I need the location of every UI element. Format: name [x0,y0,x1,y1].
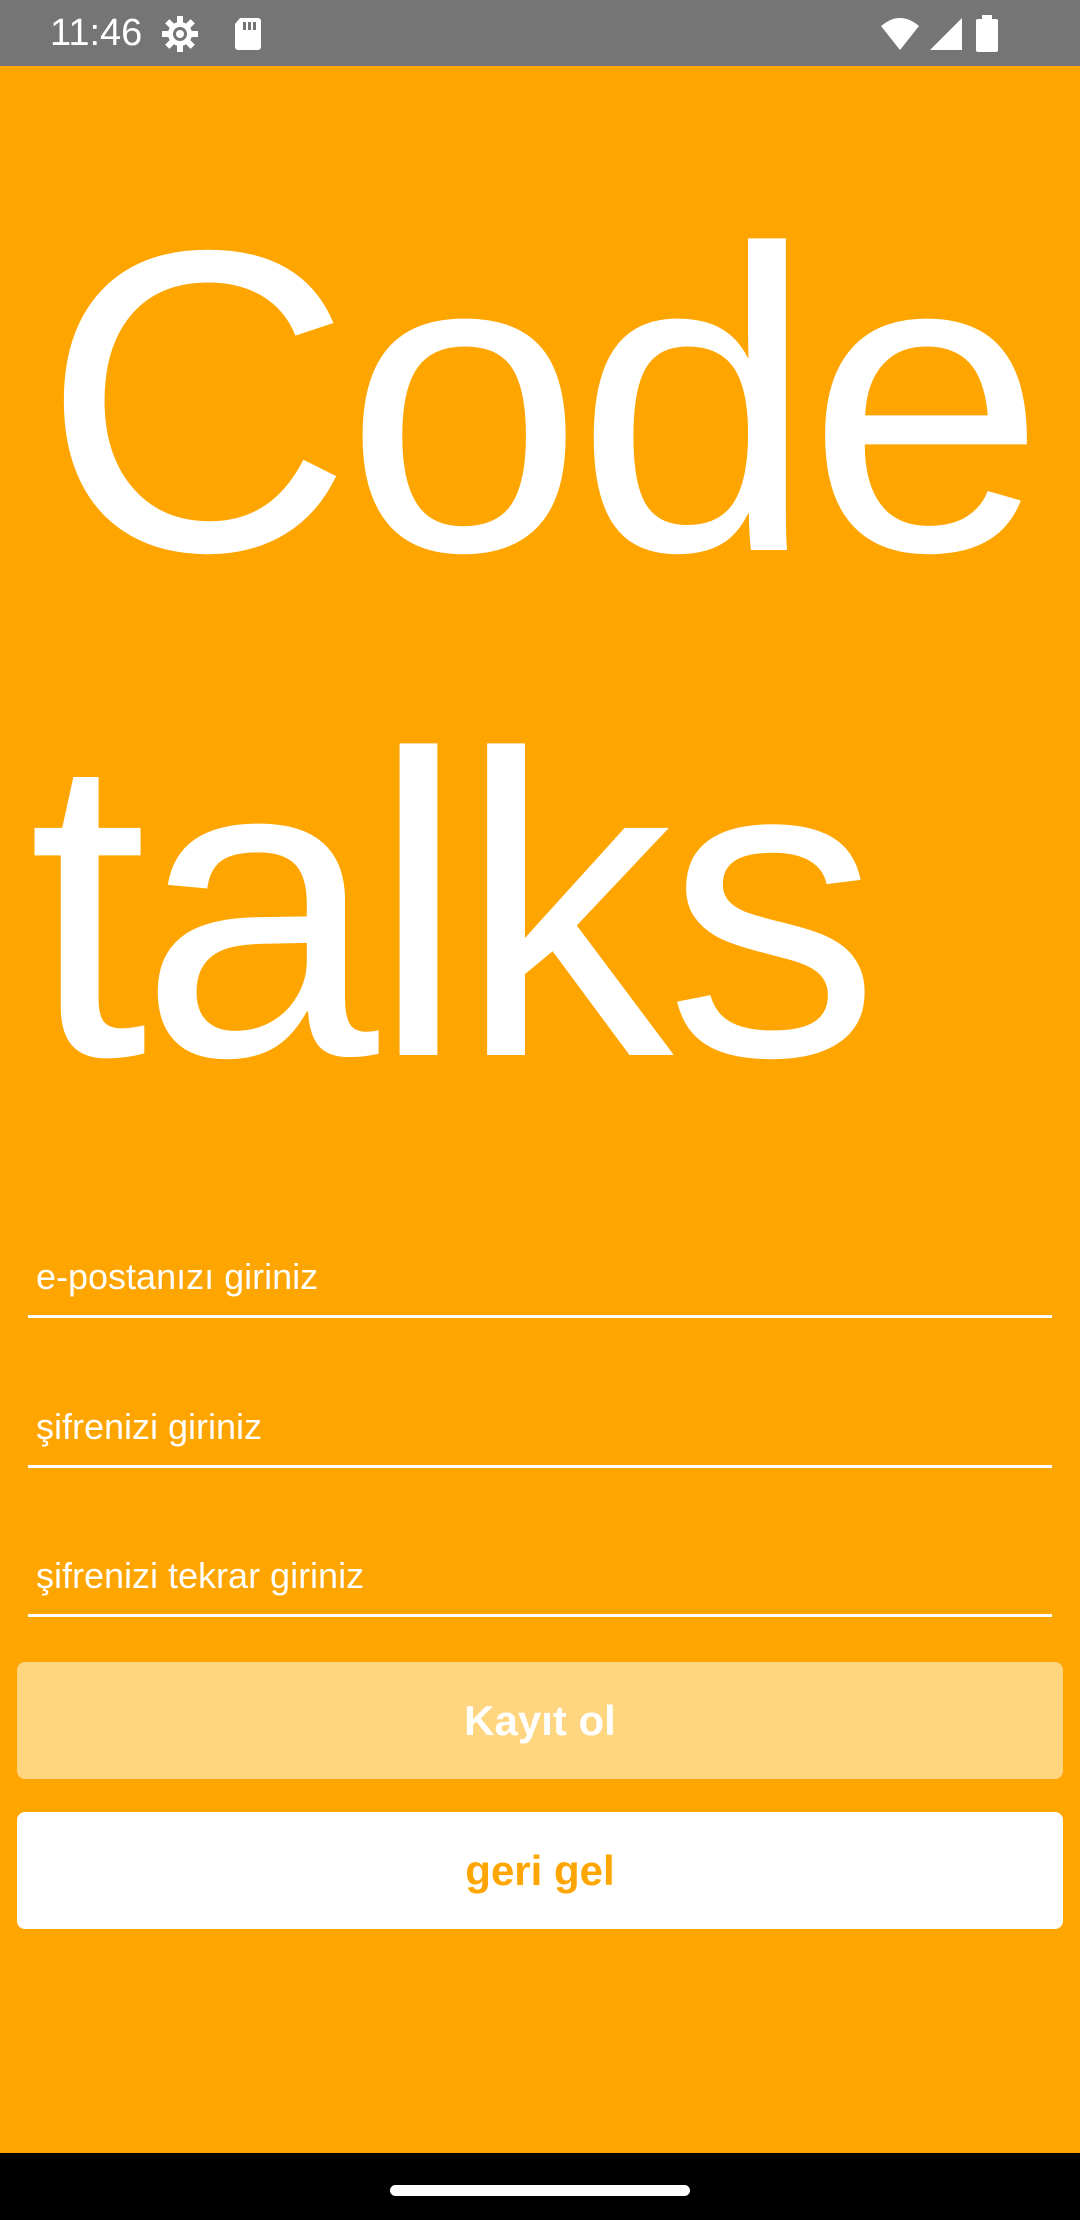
battery-icon [972,14,1002,54]
email-field [28,1238,1052,1318]
status-time: 11:46 [50,12,143,54]
app-title: Code talks [28,150,1068,1160]
sd-card-icon [228,14,268,54]
signal-icon [926,14,966,54]
status-bar: 11:46 [0,0,1080,66]
back-button[interactable]: geri gel [17,1812,1063,1929]
navigation-bar [0,2153,1080,2220]
app-title-line-1: Code [42,162,1046,642]
settings-icon [160,14,200,54]
app-title-line-2: talks [28,667,880,1147]
register-button[interactable]: Kayıt ol [17,1662,1063,1779]
password-input[interactable] [28,1388,1052,1465]
email-input[interactable] [28,1238,1052,1315]
password-repeat-input[interactable] [28,1537,1052,1614]
wifi-icon [880,14,920,54]
home-gesture-handle[interactable] [390,2185,690,2196]
password-field [28,1388,1052,1468]
password-repeat-field [28,1537,1052,1617]
screen: 11:46 Code talks e-postanızı giriniz Kay… [0,0,1080,2220]
